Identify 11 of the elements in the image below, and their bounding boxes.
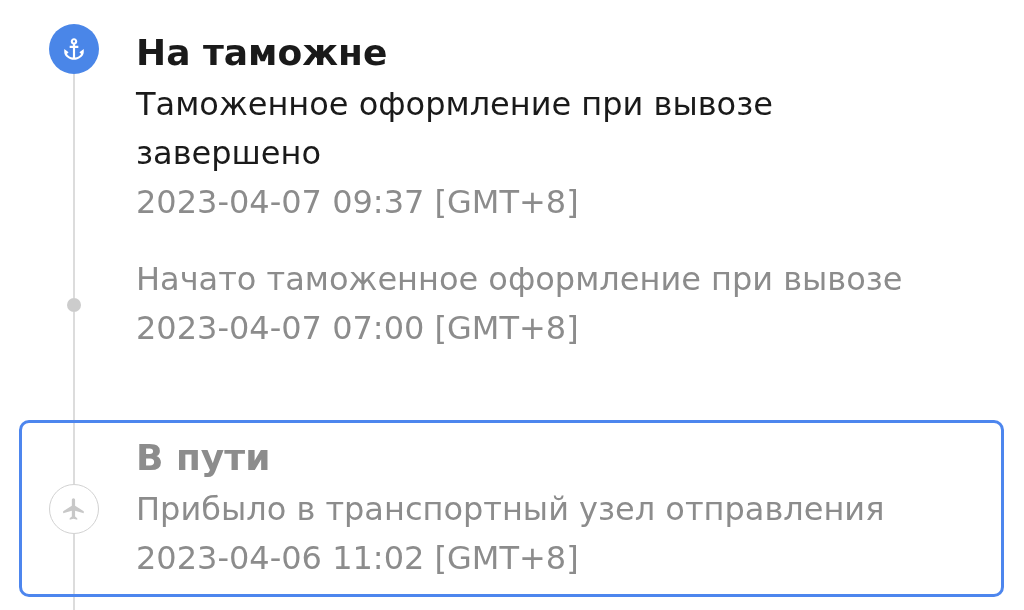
event-time: 2023-04-07 07:00 [GMT+8]: [136, 308, 580, 349]
event-time: 2023-04-07 09:37 [GMT+8]: [136, 182, 580, 223]
event-description: Прибыло в транспортный узел отправления: [136, 489, 886, 530]
timeline-entry[interactable]: Начато таможенное оформление при вывозе 2023-04-07 07:00 [GMT+8]: [19, 241, 1004, 420]
event-description: Начато таможенное оформление при вывозе: [136, 259, 904, 300]
timeline-entry[interactable]: На таможне Таможенное оформление при вывозе завершено 2023-04-07 09:37 [GMT+8]: [19, 15, 1004, 241]
event-description: Таможенное оформление при вывозе завершено: [136, 84, 774, 174]
stage-title: В пути: [136, 436, 272, 480]
stage-title: На таможне: [136, 31, 389, 75]
timeline-entry[interactable]: В пути Прибыло в транспортный узел отправления 2023-04-06 11:02 [GMT+8]: [19, 420, 1004, 597]
event-time: 2023-04-06 11:02 [GMT+8]: [136, 538, 580, 579]
